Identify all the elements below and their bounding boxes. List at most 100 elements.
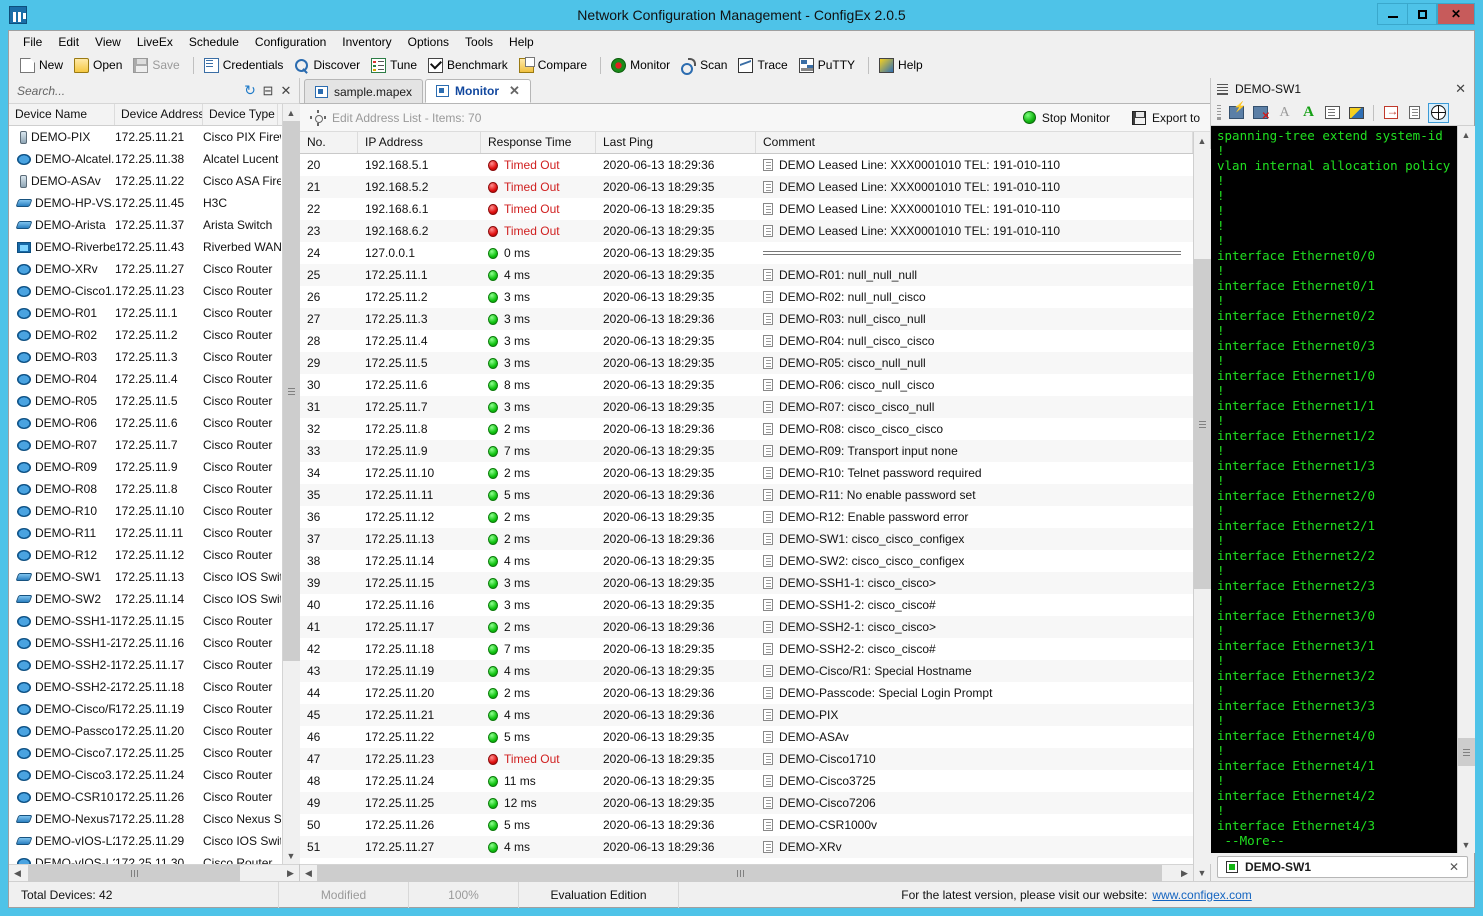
device-list-vertical-scrollbar[interactable]: ▲ ▼: [282, 104, 300, 864]
monitor-row[interactable]: 33 172.25.11.9 7 ms 2020-06-13 18:29:35 DEMO…: [300, 440, 1193, 462]
help-book-icon[interactable]: [1346, 103, 1367, 123]
toolbar-save-button[interactable]: Save: [130, 56, 185, 75]
toolbar-tune-button[interactable]: Tune: [368, 56, 423, 75]
monitor-row[interactable]: 24 127.0.0.1 0 ms 2020-06-13 18:29:35: [300, 242, 1193, 264]
menu-view[interactable]: View: [87, 33, 129, 51]
monitor-row[interactable]: 36 172.25.11.12 2 ms 2020-06-13 18:29:35 DEM…: [300, 506, 1193, 528]
monitor-hscroll-track[interactable]: [317, 864, 1176, 882]
monitor-row[interactable]: 44 172.25.11.20 2 ms 2020-06-13 18:29:36 DEM…: [300, 682, 1193, 704]
device-row[interactable]: DEMO-vIOS-L3 172.25.11.30 Cisco Router: [9, 852, 282, 864]
monitor-row[interactable]: 35 172.25.11.11 5 ms 2020-06-13 18:29:36 DEM…: [300, 484, 1193, 506]
device-row[interactable]: DEMO-SW2 172.25.11.14 Cisco IOS Switc: [9, 588, 282, 610]
menu-options[interactable]: Options: [400, 33, 457, 51]
device-row[interactable]: DEMO-Nexus7k172.25.11.28 Cisco Nexus Sw: [9, 808, 282, 830]
device-row[interactable]: DEMO-Cisco1... 172.25.11.23 Cisco Router: [9, 280, 282, 302]
toolbar-scan-button[interactable]: Scan: [678, 56, 733, 75]
device-row[interactable]: DEMO-SSH1-2 172.25.11.16 Cisco Router: [9, 632, 282, 654]
monitor-row[interactable]: 32 172.25.11.8 2 ms 2020-06-13 18:29:36 DEMO…: [300, 418, 1193, 440]
column-device-address[interactable]: Device Address: [115, 104, 203, 125]
device-row[interactable]: DEMO-R04 172.25.11.4 Cisco Router: [9, 368, 282, 390]
monitor-row[interactable]: 21 192.168.5.2 Timed Out 2020-06-13 18:29:3…: [300, 176, 1193, 198]
column-device-type[interactable]: Device Type: [203, 104, 278, 125]
monitor-scroll-up-icon[interactable]: ▲: [1193, 132, 1211, 149]
device-row[interactable]: DEMO-R10 172.25.11.10 Cisco Router: [9, 500, 282, 522]
terminal-output[interactable]: spanning-tree extend system-id ! vlan in…: [1211, 126, 1457, 853]
scroll-down-icon[interactable]: ▼: [282, 847, 300, 864]
device-row[interactable]: DEMO-R02 172.25.11.2 Cisco Router: [9, 324, 282, 346]
scroll-right-icon[interactable]: ▶: [282, 865, 299, 882]
device-row[interactable]: DEMO-Cisco7... 172.25.11.25 Cisco Router: [9, 742, 282, 764]
session-tab-demo-sw1[interactable]: DEMO-SW1 ✕: [1217, 856, 1468, 878]
monitor-row[interactable]: 50 172.25.11.26 5 ms 2020-06-13 18:29:36 DEM…: [300, 814, 1193, 836]
tab-close-icon[interactable]: ✕: [509, 83, 520, 99]
monitor-row[interactable]: 43 172.25.11.19 4 ms 2020-06-13 18:29:35 DEM…: [300, 660, 1193, 682]
device-row[interactable]: DEMO-R06 172.25.11.6 Cisco Router: [9, 412, 282, 434]
tab-sample-mapex[interactable]: sample.mapex: [304, 79, 424, 103]
terminal-scroll-track[interactable]: [1457, 143, 1475, 836]
monitor-row[interactable]: 31 172.25.11.7 3 ms 2020-06-13 18:29:35 DEMO…: [300, 396, 1193, 418]
monitor-row[interactable]: 37 172.25.11.13 2 ms 2020-06-13 18:29:36 DEM…: [300, 528, 1193, 550]
monitor-row[interactable]: 40 172.25.11.16 3 ms 2020-06-13 18:29:35 DEM…: [300, 594, 1193, 616]
monitor-row[interactable]: 22 192.168.6.1 Timed Out 2020-06-13 18:29:3…: [300, 198, 1193, 220]
column-response-time[interactable]: Response Time: [481, 132, 596, 153]
monitor-hscroll-thumb[interactable]: [317, 864, 1162, 882]
clear-icon[interactable]: ✕: [277, 82, 295, 100]
monitor-row[interactable]: 46 172.25.11.22 5 ms 2020-06-13 18:29:35 DEM…: [300, 726, 1193, 748]
export-to-button[interactable]: Export to: [1131, 110, 1200, 125]
menu-edit[interactable]: Edit: [50, 33, 87, 51]
toolbar-open-button[interactable]: Open: [71, 56, 128, 75]
stop-monitor-button[interactable]: Stop Monitor: [1022, 111, 1110, 125]
edit-address-list-label[interactable]: Edit Address List - Items: 70: [332, 111, 481, 125]
page-icon[interactable]: [1404, 103, 1425, 123]
monitor-row[interactable]: 20 192.168.5.1 Timed Out 2020-06-13 18:29:3…: [300, 154, 1193, 176]
device-row[interactable]: DEMO-SSH1-1 172.25.11.15 Cisco Router: [9, 610, 282, 632]
device-list-horizontal-scrollbar[interactable]: ◀ ▶: [9, 864, 299, 882]
terminal-scroll-up-icon[interactable]: ▲: [1457, 126, 1475, 143]
menu-inventory[interactable]: Inventory: [334, 33, 399, 51]
refresh-icon[interactable]: ↻: [241, 82, 259, 100]
monitor-scroll-thumb[interactable]: [1193, 259, 1211, 589]
monitor-row[interactable]: 29 172.25.11.5 3 ms 2020-06-13 18:29:35 DEMO…: [300, 352, 1193, 374]
monitor-row[interactable]: 25 172.25.11.1 4 ms 2020-06-13 18:29:35 DEMO…: [300, 264, 1193, 286]
toolbar-benchmark-button[interactable]: Benchmark: [425, 56, 514, 75]
monitor-row[interactable]: 47 172.25.11.23 Timed Out 2020-06-13 18:29:…: [300, 748, 1193, 770]
toolbar-discover-button[interactable]: Discover: [291, 56, 366, 75]
monitor-row[interactable]: 28 172.25.11.4 3 ms 2020-06-13 18:29:35 DEMO…: [300, 330, 1193, 352]
monitor-row[interactable]: 48 172.25.11.24 11 ms 2020-06-13 18:29:35 DE…: [300, 770, 1193, 792]
terminal-vertical-scrollbar[interactable]: ▲ ▼: [1457, 126, 1475, 853]
wheel-icon[interactable]: [1428, 102, 1449, 123]
column-no[interactable]: No.: [300, 132, 358, 153]
session-tab-close-icon[interactable]: ✕: [1449, 860, 1459, 874]
column-device-name[interactable]: Device Name: [9, 104, 115, 125]
monitor-scroll-right-icon[interactable]: ▶: [1176, 865, 1193, 882]
device-row[interactable]: DEMO-Passcode172.25.11.20 Cisco Router: [9, 720, 282, 742]
device-row[interactable]: DEMO-vIOS-L2 172.25.11.29 Cisco IOS Switc: [9, 830, 282, 852]
device-row[interactable]: DEMO-Cisco/R1 172.25.11.19 Cisco Router: [9, 698, 282, 720]
properties-icon[interactable]: [1322, 103, 1343, 123]
device-row[interactable]: DEMO-ASAv 172.25.11.22 Cisco ASA Firew: [9, 170, 282, 192]
device-row[interactable]: DEMO-XRv 172.25.11.27 Cisco Router: [9, 258, 282, 280]
disconnect-icon[interactable]: [1250, 103, 1271, 123]
settings-sun-icon[interactable]: [310, 109, 326, 126]
tab-monitor[interactable]: Monitor ✕: [425, 79, 531, 103]
monitor-row[interactable]: 41 172.25.11.17 2 ms 2020-06-13 18:29:36 DEM…: [300, 616, 1193, 638]
menu-schedule[interactable]: Schedule: [181, 33, 247, 51]
monitor-row[interactable]: 27 172.25.11.3 3 ms 2020-06-13 18:29:36 DEMO…: [300, 308, 1193, 330]
device-row[interactable]: DEMO-SSH2-1 172.25.11.17 Cisco Router: [9, 654, 282, 676]
device-row[interactable]: DEMO-Riverbed 172.25.11.43 Riverbed WAN: [9, 236, 282, 258]
scroll-thumb[interactable]: [282, 121, 300, 661]
device-row[interactable]: DEMO-Alcatel... 172.25.11.38 Alcatel Lucen…: [9, 148, 282, 170]
monitor-vertical-scrollbar[interactable]: ▲ ▼: [1193, 132, 1211, 881]
device-row[interactable]: DEMO-R07 172.25.11.7 Cisco Router: [9, 434, 282, 456]
terminal-scroll-thumb[interactable]: [1457, 738, 1475, 766]
monitor-scroll-track[interactable]: [1193, 149, 1211, 864]
toolbar-compare-button[interactable]: Compare: [516, 56, 593, 75]
device-row[interactable]: DEMO-R09 172.25.11.9 Cisco Router: [9, 456, 282, 478]
column-last-ping[interactable]: Last Ping: [596, 132, 756, 153]
device-row[interactable]: DEMO-Cisco3... 172.25.11.24 Cisco Router: [9, 764, 282, 786]
toolbar-help-button[interactable]: Help: [876, 56, 929, 75]
monitor-scroll-down-icon[interactable]: ▼: [1193, 864, 1211, 881]
monitor-row[interactable]: 45 172.25.11.21 4 ms 2020-06-13 18:29:36 DEM…: [300, 704, 1193, 726]
monitor-horizontal-scrollbar[interactable]: ◀ ▶: [300, 864, 1193, 882]
device-row[interactable]: DEMO-CSR10... 172.25.11.26 Cisco Router: [9, 786, 282, 808]
